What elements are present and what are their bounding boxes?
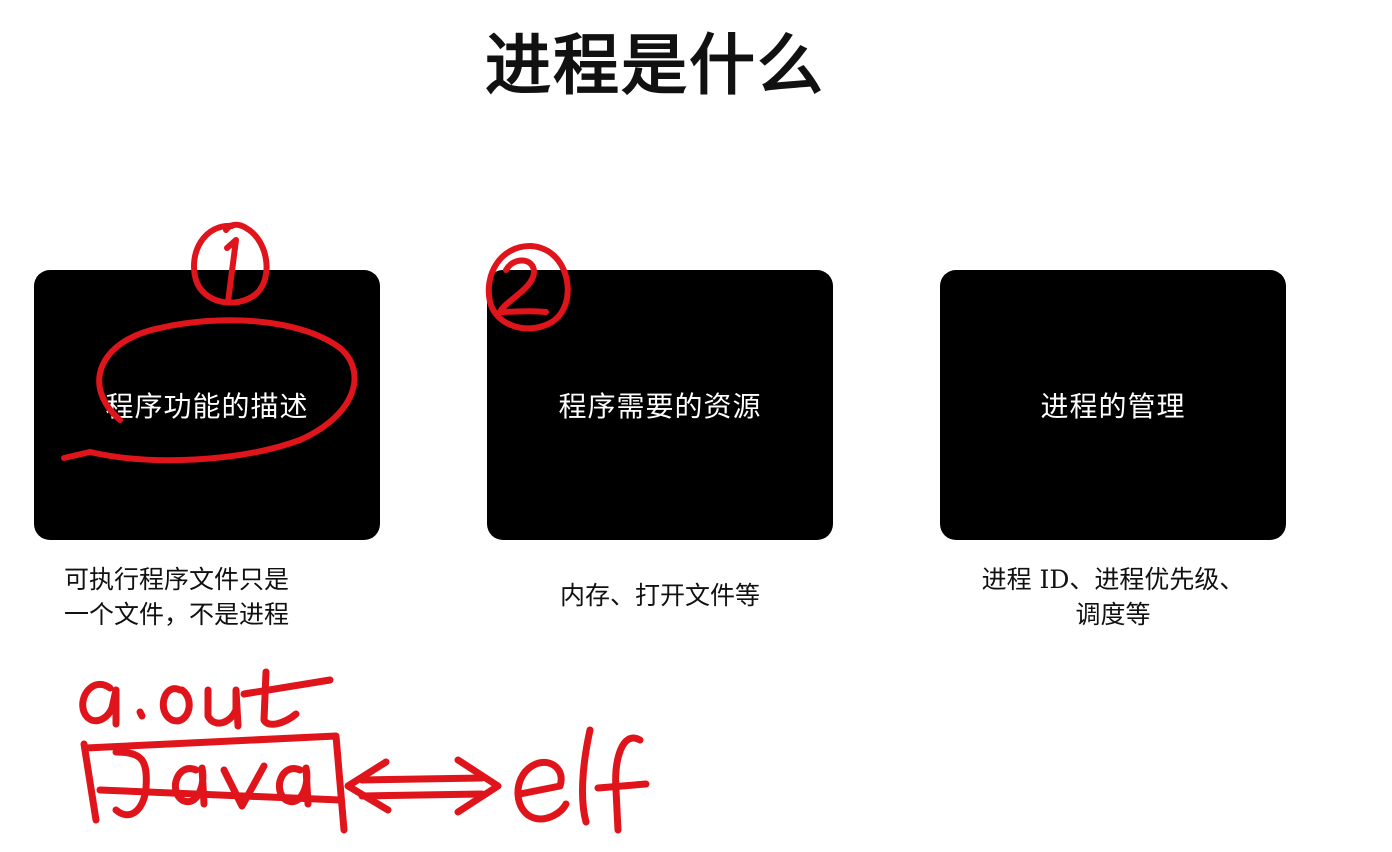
slide-title: 进程是什么 [485,26,825,104]
caption-line: 可执行程序文件只是 [64,565,290,594]
card-label: 进程的管理 [1040,390,1186,423]
handwriting-elf-mark [514,726,650,834]
card-program-resources: 程序需要的资源 [487,270,833,540]
card-caption-2: 内存、打开文件等 [487,578,833,613]
card-caption-1: 可执行程序文件只是 一个文件，不是进程 [34,562,380,632]
caption-line: 一个文件，不是进程 [64,600,290,629]
card-label: 程序功能的描述 [105,390,309,423]
caption-line: 进程 ID、进程优先级、 [981,565,1245,594]
card-caption-3: 进程 ID、进程优先级、 调度等 [940,562,1286,632]
caption-line: 内存、打开文件等 [559,581,760,610]
handwriting-java-mark [80,732,348,834]
card-process-management: 进程的管理 [940,270,1286,540]
handwriting-a-out-mark [79,668,334,730]
double-arrow-mark [344,756,502,816]
card-program-description: 程序功能的描述 [34,270,380,540]
card-label: 程序需要的资源 [558,390,762,423]
caption-line: 调度等 [1075,600,1151,629]
slide: 进程是什么 程序功能的描述 程序需要的资源 进程的管理 可执行程序文件只是 一个… [0,0,1392,852]
